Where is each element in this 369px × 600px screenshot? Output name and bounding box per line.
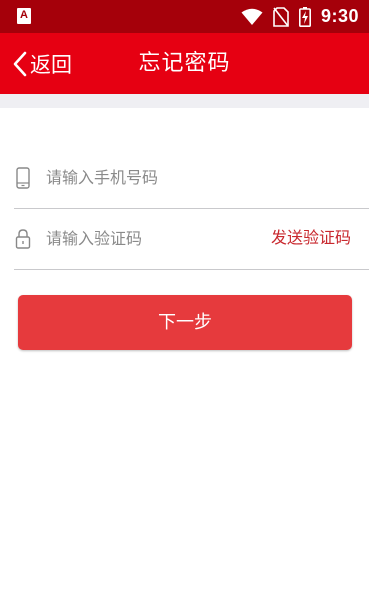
code-field-row: 发送验证码	[14, 207, 369, 270]
back-button[interactable]: 返回	[12, 33, 72, 94]
status-icons: 9:30	[231, 0, 359, 33]
verification-code-input[interactable]	[46, 225, 246, 251]
next-step-button[interactable]: 下一步	[18, 295, 352, 350]
lock-icon	[14, 227, 32, 251]
back-label: 返回	[30, 52, 72, 77]
no-sim-icon	[273, 6, 289, 27]
app-notification-icon: A	[17, 8, 31, 24]
status-bar: A 9:30	[0, 0, 369, 33]
send-code-button[interactable]: 发送验证码	[271, 225, 351, 251]
phone-icon	[14, 166, 32, 190]
wifi-icon	[241, 8, 263, 26]
header-separator	[0, 94, 369, 108]
status-time: 9:30	[320, 6, 359, 26]
app-bar: 返回 忘记密码	[0, 33, 369, 94]
phone-field-row	[14, 146, 369, 209]
chevron-left-icon	[12, 51, 28, 77]
phone-input[interactable]	[46, 164, 246, 190]
battery-charging-icon	[298, 6, 311, 27]
